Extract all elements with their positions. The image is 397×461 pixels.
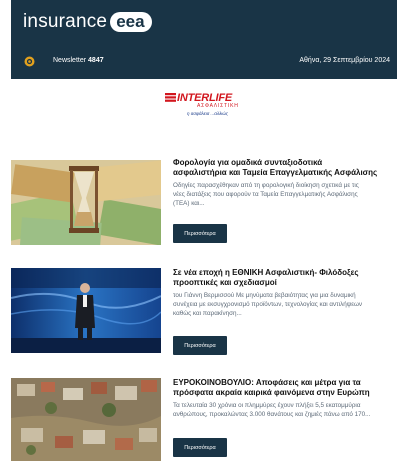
article-excerpt-line: νέες διατάξεις που αφορούν τα Ταμεία Επα…: [173, 191, 358, 198]
article-thumbnail-speaker-stage[interactable]: [11, 268, 161, 353]
article-excerpt-line: συνέχεια με εκσυγχρονισμό προϊόντων, τεχ…: [173, 301, 363, 308]
article-excerpt-line: (ΤΕΑ) και...: [173, 200, 205, 207]
sponsor-tagline: η ασφάλεια ...αλλιώς: [187, 111, 228, 116]
newsletter-number: 4847: [88, 57, 104, 64]
article-thumbnail-money-hourglass[interactable]: [11, 160, 161, 245]
sponsor-banner-interlife[interactable]: INTERLIFE ΑΣΦΑΛΙΣΤΙΚΗ η ασφάλεια ...αλλι…: [165, 92, 255, 122]
newsletter-label: Newsletter: [53, 57, 87, 64]
article-excerpt: του Γιάννη Βερμισσού Με μηνύματα βεβαιότ…: [173, 291, 397, 318]
article-excerpt-line: καθώς και παρακίνηση...: [173, 310, 242, 317]
logo-word: insurance: [23, 11, 108, 32]
interlife-mark-icon: [165, 93, 176, 102]
article-title[interactable]: ΕΥΡΟΚΟΙΝΟΒΟΥΛΙΟ: Αποφάσεις και μέτρα για…: [173, 378, 397, 398]
read-more-button[interactable]: Περισσότερα: [173, 224, 227, 243]
article-thumbnail-flooded-town[interactable]: [11, 378, 161, 461]
article-excerpt: Τα τελευταία 30 χρόνια οι πλημμύρες έχου…: [173, 401, 397, 419]
article-item: Φορολογία για ομαδικά συνταξιοδοτικά ασφ…: [11, 158, 397, 248]
article-item: Σε νέα εποχή η ΕΘΝΙΚΗ Ασφαλιστική- Φιλόδ…: [11, 268, 397, 358]
article-title-line: Σε νέα εποχή η ΕΘΝΙΚΗ Ασφαλιστική- Φιλόδ…: [173, 268, 359, 277]
issue-date: Αθήνα, 29 Σεπτεμβρίου 2024: [299, 57, 390, 64]
article-excerpt: Οδηγίες παρασχέθηκαν από τη φορολογική δ…: [173, 181, 397, 208]
article-title[interactable]: Φορολογία για ομαδικά συνταξιοδοτικά ασφ…: [173, 158, 397, 178]
logo-pill: eea: [110, 12, 152, 32]
article-excerpt-line: Τα τελευταία 30 χρόνια οι πλημμύρες έχου…: [173, 402, 361, 409]
read-more-button[interactable]: Περισσότερα: [173, 336, 227, 355]
read-more-button[interactable]: Περισσότερα: [173, 438, 227, 457]
newsletter-info-bar: Newsletter 4847 Αθήνα, 29 Σεπτεμβρίου 20…: [11, 48, 397, 74]
emblem-icon: [24, 56, 35, 67]
article-excerpt-line: ανθρώπους, προκαλώντας 3.000 θανάτους κα…: [173, 411, 371, 418]
article-title-line: Φορολογία για ομαδικά συνταξιοδοτικά: [173, 158, 323, 167]
article-item: ΕΥΡΟΚΟΙΝΟΒΟΥΛΙΟ: Αποφάσεις και μέτρα για…: [11, 378, 397, 461]
insurance-eea-logo[interactable]: insurance eea: [23, 11, 152, 33]
article-title-line: προοπτικές και σχεδιασμοί: [173, 278, 277, 287]
article-excerpt-line: του Γιάννη Βερμισσού Με μηνύματα βεβαιότ…: [173, 292, 356, 299]
newsletter-issue: Newsletter 4847: [53, 57, 104, 64]
article-excerpt-line: Οδηγίες παρασχέθηκαν από τη φορολογική δ…: [173, 182, 359, 189]
sponsor-subtitle: ΑΣΦΑΛΙΣΤΙΚΗ: [197, 103, 239, 109]
article-title-line: ασφαλιστήρια και Ταμεία Επαγγελματικής Α…: [173, 168, 378, 177]
article-title-line: ΕΥΡΟΚΟΙΝΟΒΟΥΛΙΟ: Αποφάσεις και μέτρα για…: [173, 378, 361, 387]
article-title-line: πρόσφατα ακραία καιρικά φαινόμενα στην Ε…: [173, 388, 370, 397]
article-title[interactable]: Σε νέα εποχή η ΕΘΝΙΚΗ Ασφαλιστική- Φιλόδ…: [173, 268, 397, 288]
